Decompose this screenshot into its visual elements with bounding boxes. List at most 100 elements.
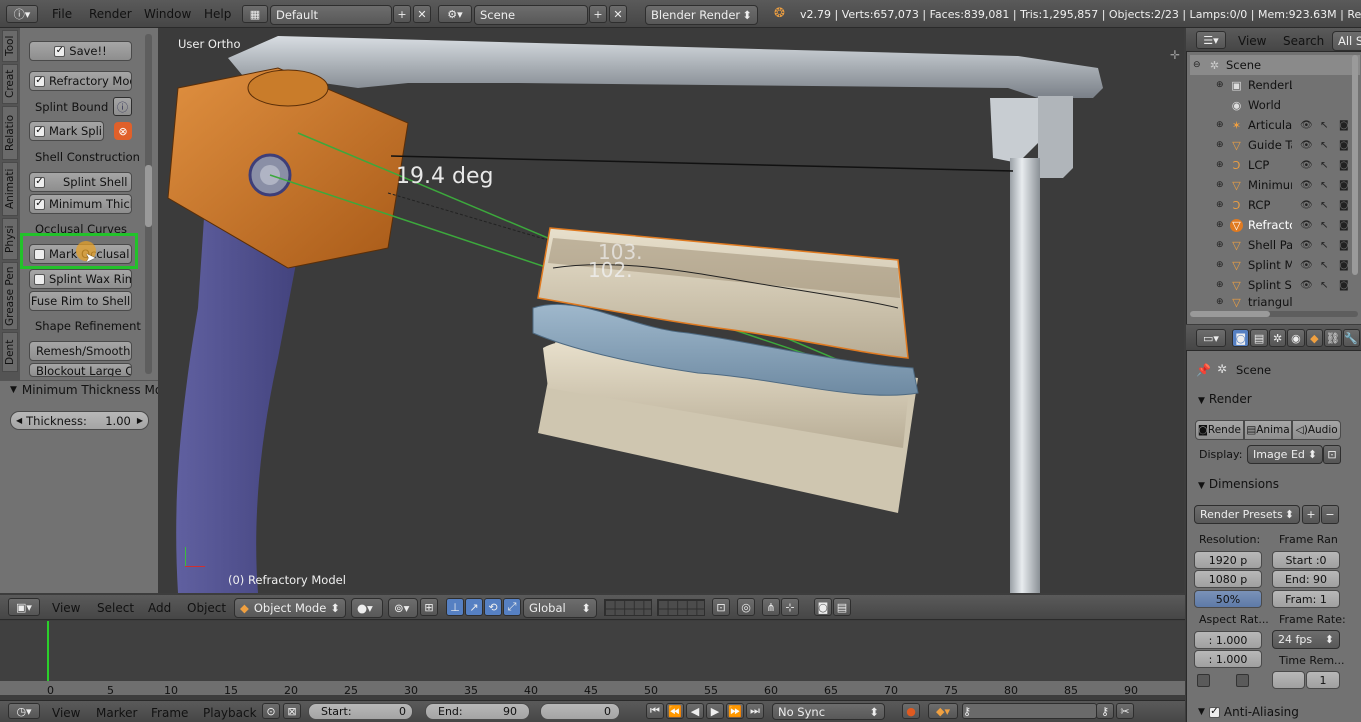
dimensions-panel-header[interactable]: ▼ Dimensions: [1198, 477, 1279, 491]
frame-end-field[interactable]: End: 90: [1272, 570, 1340, 588]
tab-create[interactable]: Creat: [2, 64, 18, 104]
outliner-menu-search[interactable]: Search: [1283, 34, 1324, 48]
timeline-area[interactable]: [0, 621, 1185, 681]
play-reverse-button[interactable]: ◀: [686, 703, 704, 719]
frame-start-field[interactable]: Start :0: [1272, 551, 1340, 569]
shading-select[interactable]: ●▾: [351, 598, 383, 618]
time-remap-new-field[interactable]: 1: [1306, 671, 1340, 689]
outliner-row[interactable]: ⊕▽Splint Sh👁↖◙: [1190, 275, 1360, 295]
scale-button[interactable]: ⤢: [503, 598, 521, 616]
eye-icon[interactable]: 👁: [1300, 240, 1313, 251]
current-frame-field[interactable]: 0: [540, 703, 620, 720]
render-tab-icon[interactable]: ◙: [1232, 329, 1250, 347]
menu-add[interactable]: Add: [148, 601, 171, 615]
timeline-menu-frame[interactable]: Frame: [151, 706, 188, 720]
outliner-row[interactable]: ⊖ ✲ Scene: [1190, 55, 1360, 75]
lock-frame-button[interactable]: ⊠: [283, 703, 301, 719]
cursor-icon[interactable]: ↖: [1320, 200, 1328, 211]
preview-range-button[interactable]: ⊙: [262, 703, 280, 719]
cursor-icon[interactable]: ↖: [1320, 160, 1328, 171]
render-image-button[interactable]: ◙ Rende: [1195, 420, 1244, 440]
eye-icon[interactable]: 👁: [1300, 180, 1313, 191]
camera-icon[interactable]: ◙: [1339, 120, 1349, 131]
camera-icon[interactable]: ◙: [1339, 280, 1349, 291]
remove-preset-button[interactable]: −: [1321, 505, 1339, 524]
scene-icon-button[interactable]: ⚙▾: [438, 5, 472, 23]
timeline-menu-marker[interactable]: Marker: [96, 706, 137, 720]
camera-icon[interactable]: ◙: [1339, 220, 1349, 231]
lock-interface-button[interactable]: ⊡: [1323, 445, 1341, 464]
render-engine-select[interactable]: Blender Render ⬍: [645, 5, 758, 25]
current-frame-marker[interactable]: [47, 621, 49, 681]
remesh-smooth-button[interactable]: Remesh/Smooth: [29, 341, 132, 361]
camera-icon[interactable]: ◙: [1339, 160, 1349, 171]
cancel-icon[interactable]: ⊗: [114, 122, 132, 140]
record-button[interactable]: ●: [902, 703, 920, 719]
tab-physics[interactable]: Physi: [2, 218, 18, 260]
object-mode-select[interactable]: ◆ Object Mode ⬍: [234, 598, 346, 618]
camera-icon[interactable]: ◙: [1339, 140, 1349, 151]
splint-wax-rim-button[interactable]: Splint Wax Rim: [29, 269, 132, 289]
3d-editor-type-button[interactable]: ▣▾: [8, 598, 40, 616]
sync-select[interactable]: No Sync ⬍: [772, 703, 885, 720]
resolution-x-field[interactable]: 1920 p: [1194, 551, 1262, 569]
modifiers-tab-icon[interactable]: 🔧: [1342, 329, 1360, 347]
outliner-menu-view[interactable]: View: [1238, 34, 1266, 48]
start-frame-field[interactable]: Start: 0: [308, 703, 413, 720]
outliner-row[interactable]: ⊕▽Guide Ta👁↖◙: [1190, 135, 1360, 155]
pin-icon[interactable]: 📌: [1196, 363, 1211, 377]
timeline-menu-view[interactable]: View: [52, 706, 80, 720]
proportional-edit-button[interactable]: ◎: [737, 598, 755, 616]
outliner-row[interactable]: ⊕ ✶ Articulat 👁 ↖ ◙: [1190, 115, 1360, 135]
outliner-editor-type-button[interactable]: ☰▾: [1196, 31, 1226, 49]
outliner-row[interactable]: ◉ World: [1190, 95, 1360, 115]
layout-remove-button[interactable]: ✕: [413, 5, 431, 23]
resolution-y-field[interactable]: 1080 p: [1194, 570, 1262, 588]
camera-icon[interactable]: ◙: [1339, 200, 1349, 211]
camera-icon[interactable]: ◙: [1339, 180, 1349, 191]
properties-editor-type-button[interactable]: ▭▾: [1196, 329, 1226, 347]
scene-layers-grid-2[interactable]: [657, 599, 705, 616]
cursor-icon[interactable]: ↖: [1320, 220, 1328, 231]
pivot-select[interactable]: ⊚▾: [388, 598, 418, 618]
menu-window[interactable]: Window: [144, 7, 191, 21]
constraints-tab-icon[interactable]: ⛓: [1324, 329, 1342, 347]
eye-icon[interactable]: 👁: [1300, 120, 1313, 131]
tab-relations[interactable]: Relatio: [2, 106, 18, 160]
outliner-row[interactable]: ⊕ ▣ RenderL: [1190, 75, 1360, 95]
cursor-icon[interactable]: ↖: [1320, 260, 1328, 271]
render-animation-button[interactable]: ▤ Anima: [1243, 420, 1293, 440]
add-preset-button[interactable]: +: [1302, 505, 1320, 524]
border-checkbox[interactable]: [1197, 674, 1210, 687]
play-button[interactable]: ▶: [706, 703, 724, 719]
eye-icon[interactable]: 👁: [1300, 280, 1313, 291]
eye-icon[interactable]: 👁: [1300, 260, 1313, 271]
tab-dent[interactable]: Dent: [2, 332, 18, 372]
outliner-row[interactable]: ⊕▽Minimum👁↖◙: [1190, 175, 1360, 195]
menu-view[interactable]: View: [52, 601, 80, 615]
tab-animation[interactable]: Animati: [2, 162, 18, 216]
jump-end-button[interactable]: ⏭: [746, 703, 764, 719]
orientation-select[interactable]: Global ⬍: [523, 598, 597, 618]
keying-set-button[interactable]: ◆▾: [928, 703, 958, 719]
scene-selector[interactable]: Scene: [474, 5, 588, 25]
layout-add-button[interactable]: +: [393, 5, 411, 23]
render-layers-tab-icon[interactable]: ▤: [1250, 329, 1268, 347]
blockout-button[interactable]: Blockout Large C...: [29, 363, 132, 377]
render-audio-button[interactable]: ◁) Audio: [1292, 420, 1342, 440]
snap-toggle-button[interactable]: ⋔: [762, 598, 780, 616]
render-presets-select[interactable]: Render Presets ⬍: [1194, 505, 1300, 524]
camera-icon[interactable]: ◙: [1339, 260, 1349, 271]
3d-viewport[interactable]: [158, 28, 1184, 593]
timeline-editor-type-button[interactable]: ◷▾: [8, 703, 40, 719]
layout-selector[interactable]: Default: [270, 5, 392, 25]
render-preview-button[interactable]: ◙: [814, 598, 832, 616]
operator-panel-title[interactable]: ▼ Minimum Thickness Mo: [10, 383, 162, 397]
menu-object[interactable]: Object: [187, 601, 226, 615]
outliner-vscroll-thumb[interactable]: [1352, 55, 1358, 275]
aspect-x-field[interactable]: : 1.000: [1194, 631, 1262, 649]
menu-file[interactable]: File: [52, 7, 72, 21]
save-button[interactable]: ✓ Save!!: [29, 41, 132, 61]
scene-add-button[interactable]: +: [589, 5, 607, 23]
timeline-menu-playback[interactable]: Playback: [203, 706, 257, 720]
